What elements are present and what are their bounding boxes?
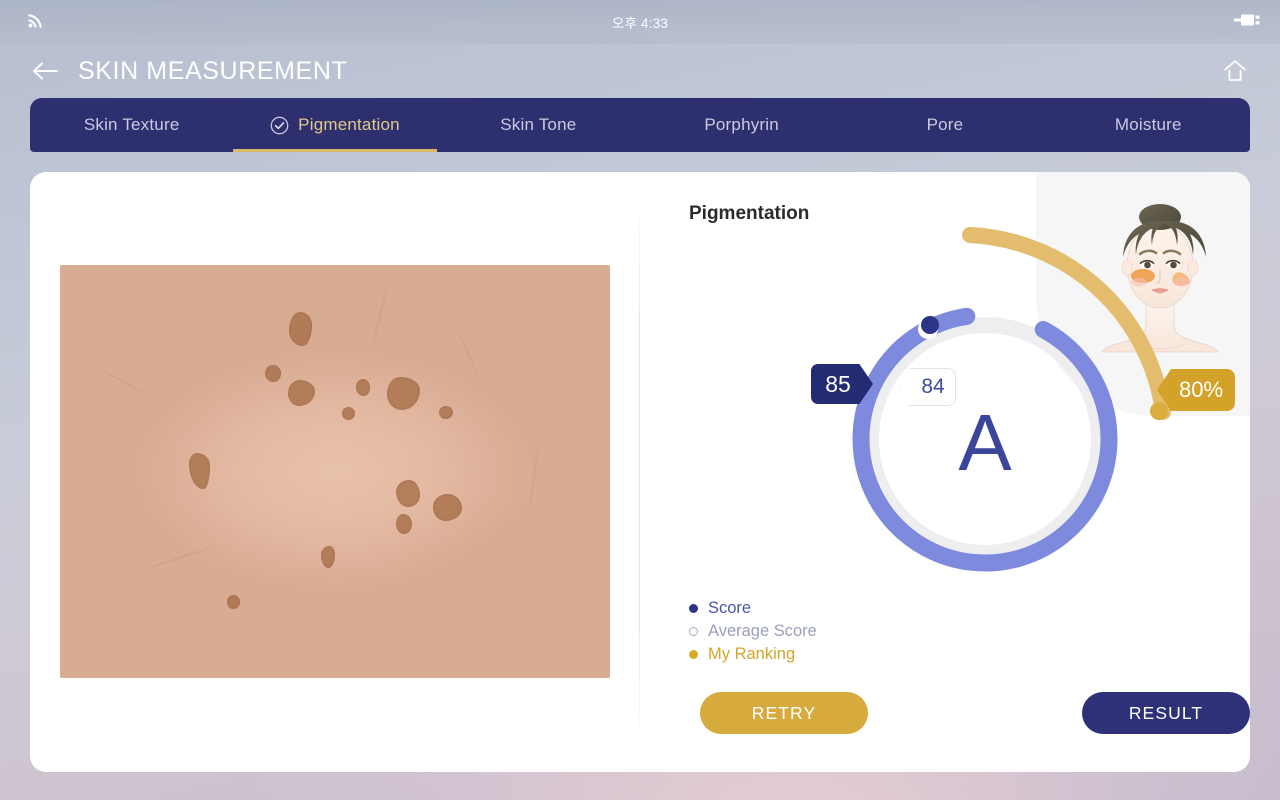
app-screen: 오후 4:33 SKIN MEASUREMENT Skin Texture Pi…: [0, 0, 1280, 800]
skin-image-pane: [30, 172, 639, 772]
pigment-spot: [438, 406, 453, 420]
retry-button[interactable]: RETRY: [700, 692, 868, 734]
legend-label: My Ranking: [708, 645, 796, 663]
page-title: SKIN MEASUREMENT: [78, 56, 348, 85]
pigment-spot: [355, 378, 370, 396]
skin-microscope-image[interactable]: [60, 265, 610, 678]
grade-letter-svg: A: [958, 398, 1012, 487]
tab-moisture[interactable]: Moisture: [1047, 98, 1250, 152]
tab-pore[interactable]: Pore: [843, 98, 1046, 152]
average-score-badge: 84: [900, 368, 956, 406]
tab-skin-texture[interactable]: Skin Texture: [30, 98, 233, 152]
gauge-rings: A: [852, 227, 1171, 572]
tab-label: Moisture: [1114, 115, 1182, 134]
back-arrow-icon: [33, 62, 58, 80]
measurement-tabs: Skin Texture Pigmentation Skin Tone Porp…: [30, 98, 1250, 152]
pigment-spot: [396, 479, 421, 507]
tab-label: Skin Texture: [83, 115, 180, 134]
tab-porphyrin[interactable]: Porphyrin: [640, 98, 843, 152]
detail-pane: Pigmentation A 85 84 80% Score Average S…: [639, 172, 1250, 772]
score-gauge: A 85 84 80%: [639, 172, 1250, 772]
home-button[interactable]: [1218, 54, 1252, 88]
tab-skin-tone[interactable]: Skin Tone: [437, 98, 640, 152]
tab-label: Pore: [926, 115, 964, 134]
home-icon: [1224, 60, 1246, 81]
legend-item-my-ranking: My Ranking: [689, 643, 817, 666]
status-bar: 오후 4:33: [0, 0, 1280, 44]
pigment-spot: [341, 407, 355, 421]
tab-label: Pigmentation: [298, 115, 400, 134]
legend-item-score: Score: [689, 597, 817, 620]
legend-dot-icon: [689, 627, 698, 636]
page-header: SKIN MEASUREMENT: [0, 44, 1280, 98]
result-card: Pigmentation A 85 84 80% Score Average S…: [30, 172, 1250, 772]
ranking-badge: 80%: [1157, 369, 1235, 411]
legend-dot-icon: [689, 604, 698, 613]
legend-dot-icon: [689, 650, 698, 659]
ranking-arc-endpoint: [1150, 402, 1168, 420]
pigment-spot: [265, 364, 282, 382]
tab-label: Skin Tone: [500, 115, 577, 134]
check-circle-icon: [270, 116, 289, 135]
pigment-spot: [288, 312, 312, 347]
pigment-spot: [188, 453, 210, 490]
pigment-spot: [387, 376, 421, 410]
result-button[interactable]: RESULT: [1082, 692, 1250, 734]
tab-active-underline: [233, 149, 437, 152]
back-button[interactable]: [28, 54, 62, 88]
legend-label: Score: [708, 599, 752, 617]
legend-item-average-score: Average Score: [689, 620, 817, 643]
pigment-spot: [287, 379, 315, 406]
gauge-legend: Score Average Score My Ranking: [689, 597, 817, 666]
status-bar-time: 오후 4:33: [611, 16, 669, 31]
pigment-spot: [227, 594, 241, 609]
tab-label: Porphyrin: [704, 115, 779, 134]
tab-pigmentation[interactable]: Pigmentation: [233, 98, 437, 152]
pigment-spot: [321, 545, 336, 568]
score-marker: [921, 316, 939, 334]
pigment-spot: [432, 493, 462, 521]
pigment-spot: [395, 514, 412, 535]
legend-label: Average Score: [708, 622, 817, 640]
